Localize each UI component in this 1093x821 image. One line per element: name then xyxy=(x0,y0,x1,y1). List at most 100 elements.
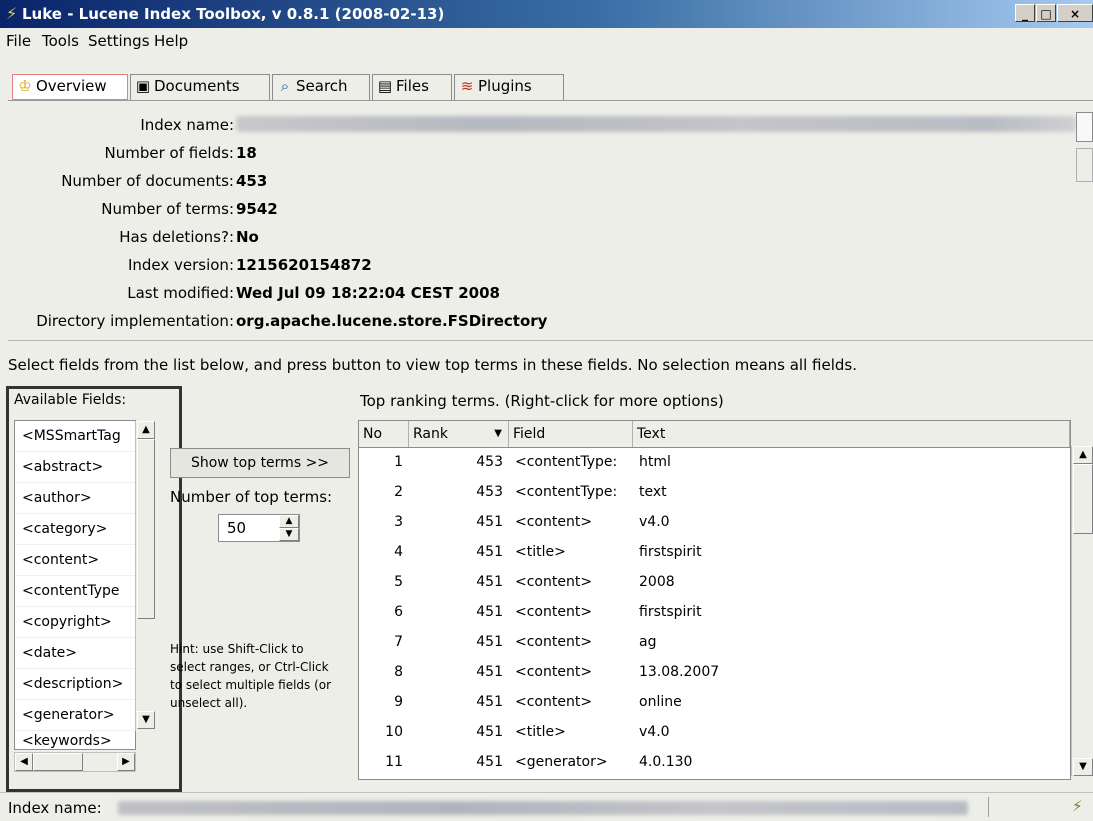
side-button[interactable] xyxy=(1076,148,1093,182)
table-body: 1 453 <contentType: html 2 453 <contentType: te… xyxy=(359,447,1070,779)
cell-text: html xyxy=(639,454,671,470)
table-row[interactable]: 3 451 <content> v4.0 xyxy=(359,507,1070,537)
table-row[interactable]: 4 451 <title> firstspirit xyxy=(359,537,1070,567)
table-row[interactable]: 8 451 <content> 13.08.2007 xyxy=(359,657,1070,687)
cell-text: text xyxy=(639,484,667,500)
window-title: Luke - Lucene Index Toolbox, v 0.8.1 (20… xyxy=(22,5,445,23)
cell-no: 9 xyxy=(394,694,403,710)
index-name-value-redacted xyxy=(236,116,1076,132)
num-top-terms-label: Number of top terms: xyxy=(170,488,333,506)
index-version-value: 1215620154872 xyxy=(236,256,372,274)
column-header-no[interactable]: No xyxy=(359,421,409,447)
table-header: No Rank ▼ Field Text xyxy=(359,421,1070,448)
table-scroll-thumb[interactable] xyxy=(1073,464,1093,534)
tab-divider xyxy=(8,100,1093,101)
cell-no: 11 xyxy=(385,754,403,770)
tab-documents[interactable]: ▣ Documents xyxy=(130,74,270,100)
overview-icon: ♔ xyxy=(18,77,32,95)
table-caption: Top ranking terms. (Right-click for more… xyxy=(360,392,724,410)
table-row[interactable]: 1 453 <contentType: html xyxy=(359,447,1070,477)
cell-text: v4.0 xyxy=(639,514,670,530)
spinner-up-icon[interactable]: ▲ xyxy=(279,515,299,528)
cell-field: <contentType: xyxy=(515,454,618,470)
num-docs-value: 453 xyxy=(236,172,268,190)
tab-files[interactable]: ▤ Files xyxy=(372,74,452,100)
num-terms-label: Number of terms: xyxy=(101,200,234,218)
cell-text: firstspirit xyxy=(639,604,702,620)
table-row[interactable]: 7 451 <content> ag xyxy=(359,627,1070,657)
cell-field: <generator> xyxy=(515,754,608,770)
cell-rank: 451 xyxy=(476,664,503,680)
cell-no: 5 xyxy=(394,574,403,590)
cell-no: 4 xyxy=(394,544,403,560)
cell-field: <content> xyxy=(515,574,593,590)
cell-text: 2008 xyxy=(639,574,675,590)
show-top-terms-button[interactable]: Show top terms >> xyxy=(170,448,350,478)
tab-overview[interactable]: ♔ Overview xyxy=(12,74,128,100)
maximize-button[interactable]: □ xyxy=(1036,4,1056,22)
num-fields-label: Number of fields: xyxy=(104,144,235,162)
browse-index-button[interactable] xyxy=(1076,112,1093,142)
num-top-terms-spinner[interactable]: 50 ▲ ▼ xyxy=(218,514,300,542)
status-index-name-redacted xyxy=(118,801,968,815)
table-vertical-scrollbar[interactable]: ▲ ▼ xyxy=(1071,446,1093,776)
cell-no: 10 xyxy=(385,724,403,740)
cell-no: 7 xyxy=(394,634,403,650)
luke-status-icon: ⚡ xyxy=(1072,797,1083,815)
cell-rank: 451 xyxy=(476,754,503,770)
plugins-icon: ≋ xyxy=(460,77,474,95)
menu-help[interactable]: Help xyxy=(154,32,188,50)
menu-bar: File Tools Settings Help xyxy=(0,28,1093,72)
deletions-label: Has deletions?: xyxy=(119,228,234,246)
table-row[interactable]: 11 451 <generator> 4.0.130 xyxy=(359,747,1070,777)
cell-no: 2 xyxy=(394,484,403,500)
cell-rank: 451 xyxy=(476,514,503,530)
cell-field: <title> xyxy=(515,724,566,740)
table-row[interactable]: 6 451 <content> firstspirit xyxy=(359,597,1070,627)
cell-text: 13.08.2007 xyxy=(639,664,720,680)
files-icon: ▤ xyxy=(377,77,393,95)
cell-field: <content> xyxy=(515,634,593,650)
last-modified-value: Wed Jul 09 18:22:04 CEST 2008 xyxy=(236,284,500,302)
dir-impl-label: Directory implementation: xyxy=(36,312,234,330)
close-button[interactable]: × xyxy=(1057,4,1093,22)
cell-rank: 453 xyxy=(476,484,503,500)
cell-rank: 451 xyxy=(476,604,503,620)
top-terms-table[interactable]: No Rank ▼ Field Text 1 453 <contentType: htm… xyxy=(358,420,1071,780)
cell-rank: 451 xyxy=(476,724,503,740)
menu-file[interactable]: File xyxy=(6,32,31,50)
cell-field: <content> xyxy=(515,664,593,680)
num-top-terms-value[interactable]: 50 xyxy=(227,519,246,537)
deletions-value: No xyxy=(236,228,259,246)
tab-search[interactable]: ⌕ Search xyxy=(272,74,370,100)
table-scroll-up-icon[interactable]: ▲ xyxy=(1073,446,1093,464)
spinner-down-icon[interactable]: ▼ xyxy=(279,528,299,541)
status-bar: Index name: ⚡ xyxy=(0,792,1093,821)
sort-desc-icon: ▼ xyxy=(494,428,502,439)
cell-field: <contentType: xyxy=(515,484,618,500)
status-index-name-label: Index name: xyxy=(8,799,102,817)
minimize-button[interactable]: _ xyxy=(1015,4,1035,22)
cell-rank: 451 xyxy=(476,544,503,560)
column-header-field[interactable]: Field xyxy=(509,421,633,447)
tab-plugins[interactable]: ≋ Plugins xyxy=(454,74,564,100)
column-header-text[interactable]: Text xyxy=(633,421,1070,447)
cell-no: 8 xyxy=(394,664,403,680)
cell-rank: 451 xyxy=(476,694,503,710)
table-row[interactable]: 2 453 <contentType: text xyxy=(359,477,1070,507)
table-row[interactable]: 9 451 <content> online xyxy=(359,687,1070,717)
cell-text: online xyxy=(639,694,682,710)
menu-settings[interactable]: Settings xyxy=(88,32,150,50)
column-header-rank[interactable]: Rank ▼ xyxy=(409,421,509,447)
table-scroll-down-icon[interactable]: ▼ xyxy=(1073,758,1093,776)
hint-text: Hint: use Shift-Click to select ranges, … xyxy=(170,642,332,710)
cell-text: ag xyxy=(639,634,657,650)
table-row[interactable]: 5 451 <content> 2008 xyxy=(359,567,1070,597)
cell-text: firstspirit xyxy=(639,544,702,560)
table-row[interactable]: 10 451 <title> v4.0 xyxy=(359,717,1070,747)
cell-text: 4.0.130 xyxy=(639,754,693,770)
cell-no: 3 xyxy=(394,514,403,530)
cell-text: v4.0 xyxy=(639,724,670,740)
menu-tools[interactable]: Tools xyxy=(42,32,79,50)
cell-no: 6 xyxy=(394,604,403,620)
